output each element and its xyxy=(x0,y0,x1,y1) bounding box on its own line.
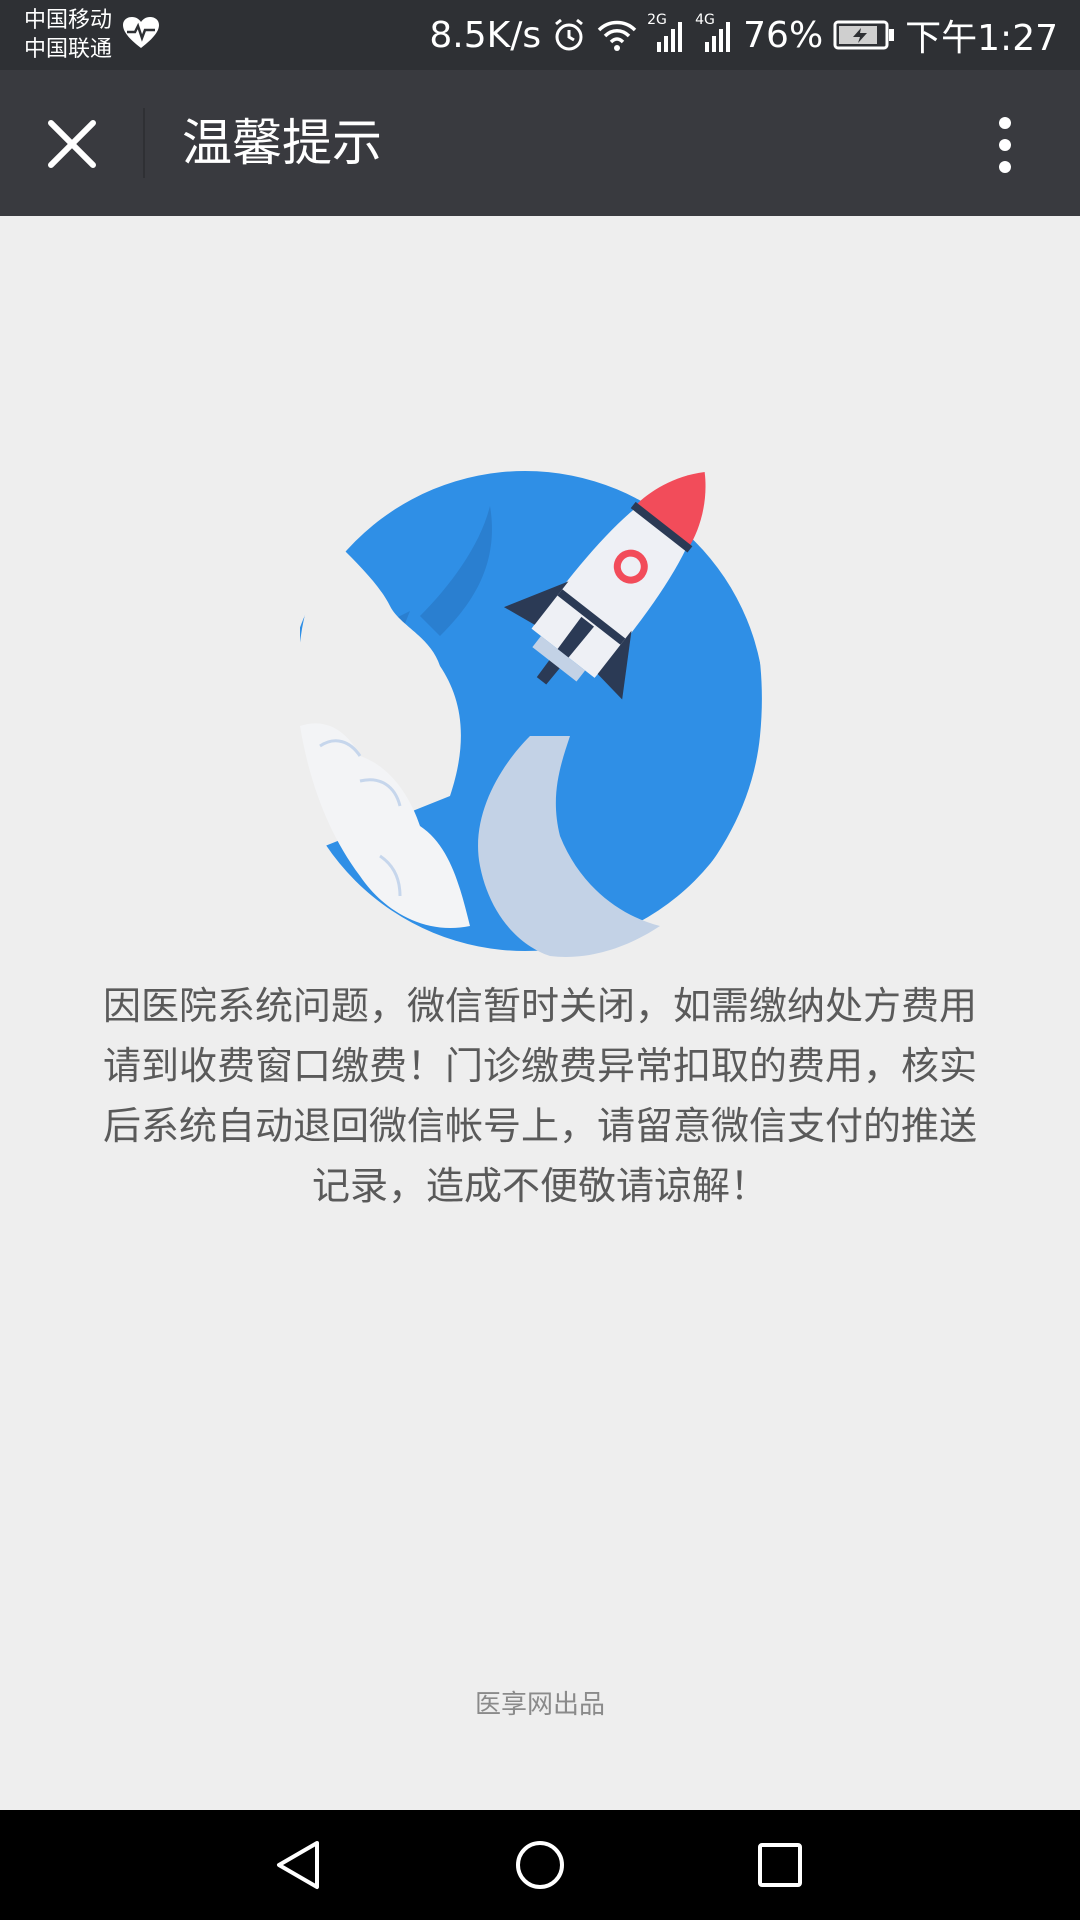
more-button[interactable] xyxy=(970,110,1040,180)
battery-charging-icon xyxy=(833,20,895,50)
carrier-1: 中国移动 xyxy=(24,8,113,33)
close-button[interactable] xyxy=(30,102,114,186)
page-title: 温馨提示 xyxy=(182,114,382,172)
back-triangle-icon xyxy=(277,1841,319,1889)
status-bar: 中国移动 中国联通 8.5K/s 2G 4G 76% 下午1:27 xyxy=(0,0,1080,70)
system-nav-bar xyxy=(0,1810,1080,1920)
alarm-icon xyxy=(555,18,584,51)
signal-2g-label: 2G xyxy=(647,12,667,28)
notice-message: 因医院系统问题，微信暂时关闭，如需缴纳处方费用请到收费窗口缴费！门诊缴费异常扣取… xyxy=(102,984,977,1208)
back-button[interactable] xyxy=(258,1830,338,1900)
net-speed: 8.5K/s xyxy=(429,14,542,56)
more-vertical-icon xyxy=(999,117,1011,173)
footer-credit: 医享网出品 xyxy=(474,1690,605,1720)
status-indicators: 8.5K/s 2G 4G 76% 下午1:27 xyxy=(429,0,1058,70)
carrier-2: 中国联通 xyxy=(24,37,113,62)
signal-4g: 4G xyxy=(695,12,733,52)
carrier-info: 中国移动 中国联通 xyxy=(24,6,112,64)
home-circle-icon xyxy=(516,1841,564,1889)
home-button[interactable] xyxy=(500,1830,580,1900)
signal-4g-label: 4G xyxy=(695,12,715,28)
close-icon xyxy=(48,120,96,168)
clock: 下午1:27 xyxy=(905,18,1058,59)
wifi-icon xyxy=(597,20,637,51)
recents-square-icon xyxy=(758,1843,802,1887)
signal-2g: 2G xyxy=(647,12,685,52)
app-bar: 温馨提示 xyxy=(0,70,1080,216)
recents-button[interactable] xyxy=(740,1830,820,1900)
app-bar-divider xyxy=(143,108,145,178)
rocket-illustration xyxy=(300,436,780,966)
content-area: 因医院系统问题，微信暂时关闭，如需缴纳处方费用请到收费窗口缴费！门诊缴费异常扣取… xyxy=(0,216,1080,1810)
battery-percent: 76% xyxy=(743,14,824,56)
heart-rate-icon xyxy=(123,17,159,48)
